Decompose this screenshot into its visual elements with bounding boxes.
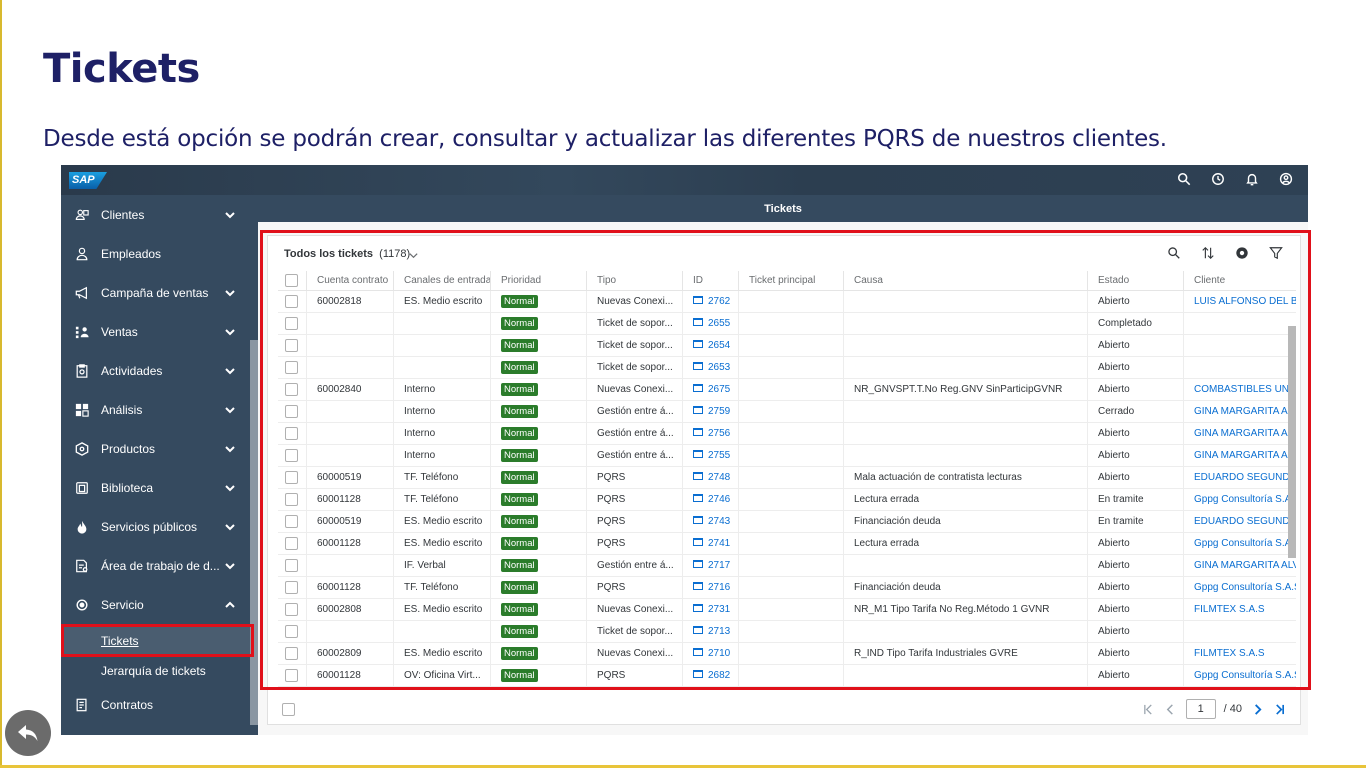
chevron-up-icon: [225, 601, 235, 608]
sidebar-item-contratos[interactable]: Contratos: [61, 685, 250, 724]
slide-left-border: [0, 0, 2, 768]
products-icon: [74, 441, 90, 457]
last-page-icon[interactable]: [1272, 702, 1286, 716]
sales-icon: [74, 324, 90, 340]
sidebar-item-label: Servicios públicos: [101, 519, 198, 534]
chevron-down-icon: [225, 211, 235, 218]
sidebar-item-label: Servicio: [101, 597, 144, 612]
page-total: / 40: [1223, 703, 1242, 715]
sidebar-item-label: Empleados: [101, 246, 162, 261]
chevron-down-icon: [225, 289, 235, 296]
user-icon[interactable]: [1278, 171, 1294, 187]
sidebar-item-actividades[interactable]: Actividades: [61, 351, 250, 390]
sidebar-scrollbar[interactable]: [250, 340, 258, 725]
sidebar-item-label: Análisis: [101, 402, 143, 417]
chevron-down-icon: [225, 445, 235, 452]
sidebar-item-area-trabajo[interactable]: Área de trabajo de d...: [61, 546, 250, 585]
sidebar-item-analisis[interactable]: Análisis: [61, 390, 250, 429]
slide-subtitle: Desde está opción se podrán crear, consu…: [43, 126, 1167, 152]
utilities-icon: [74, 519, 90, 535]
chevron-down-icon: [225, 562, 235, 569]
sidebar-item-label: Área de trabajo de d...: [101, 558, 220, 573]
next-page-icon[interactable]: [1250, 702, 1264, 716]
back-arrow-icon: [18, 725, 38, 741]
table-footer: 1 / 40: [268, 695, 1302, 725]
history-icon[interactable]: [1210, 171, 1226, 187]
sidebar-subitem-label: Jerarquía de tickets: [101, 664, 206, 678]
sidebar-item-label: Biblioteca: [101, 480, 154, 495]
previous-page-icon[interactable]: [1164, 702, 1178, 716]
sidebar-item-empleados[interactable]: Empleados: [61, 234, 250, 273]
slide: Tickets Desde está opción se podrán crea…: [0, 0, 1366, 768]
chevron-down-icon: [225, 484, 235, 491]
workspace-icon: [74, 558, 90, 574]
sidebar-item-campana[interactable]: Campaña de ventas: [61, 273, 250, 312]
sidebar-item-label: Clientes: [101, 207, 145, 222]
first-page-icon[interactable]: [1142, 702, 1156, 716]
library-icon: [74, 480, 90, 496]
sidebar-item-biblioteca[interactable]: Biblioteca: [61, 468, 250, 507]
sidebar-item-label: Ventas: [101, 324, 138, 339]
highlight-box-tickets-table: [260, 230, 1311, 690]
chevron-down-icon: [225, 367, 235, 374]
chevron-down-icon: [225, 406, 235, 413]
customers-icon: [74, 207, 90, 223]
page-title: Tickets: [258, 195, 1308, 222]
activities-icon: [74, 363, 90, 379]
sidebar-item-ventas[interactable]: Ventas: [61, 312, 250, 351]
employee-icon: [74, 246, 90, 262]
chevron-down-icon: [225, 328, 235, 335]
sidebar-item-label: Campaña de ventas: [101, 285, 209, 300]
sidebar-item-servicio[interactable]: Servicio: [61, 585, 250, 624]
megaphone-icon: [74, 285, 90, 301]
back-button[interactable]: [5, 710, 51, 756]
service-icon: [74, 597, 90, 613]
shell-bar: SAP: [61, 165, 1308, 195]
sidebar-item-productos[interactable]: Productos: [61, 429, 250, 468]
highlight-box-tickets-menu: [61, 624, 254, 657]
page-number-input[interactable]: 1: [1185, 699, 1216, 719]
sidebar-item-label: Contratos: [101, 697, 154, 712]
sap-logo[interactable]: SAP: [69, 172, 107, 189]
chevron-down-icon: [225, 523, 235, 530]
analytics-icon: [74, 402, 90, 418]
search-icon[interactable]: [1176, 171, 1192, 187]
contracts-icon: [74, 697, 90, 713]
slide-title: Tickets: [43, 46, 200, 92]
sidebar-item-clientes[interactable]: Clientes: [61, 195, 250, 234]
footer-checkbox[interactable]: [282, 703, 295, 716]
paginator: 1 / 40: [1142, 699, 1286, 719]
sidebar-item-label: Productos: [101, 441, 156, 456]
sidebar-subitem-jerarquia[interactable]: Jerarquía de tickets: [61, 657, 250, 685]
bell-icon[interactable]: [1244, 171, 1260, 187]
sidebar-item-servicios-publicos[interactable]: Servicios públicos: [61, 507, 250, 546]
sidebar-item-label: Actividades: [101, 363, 163, 378]
